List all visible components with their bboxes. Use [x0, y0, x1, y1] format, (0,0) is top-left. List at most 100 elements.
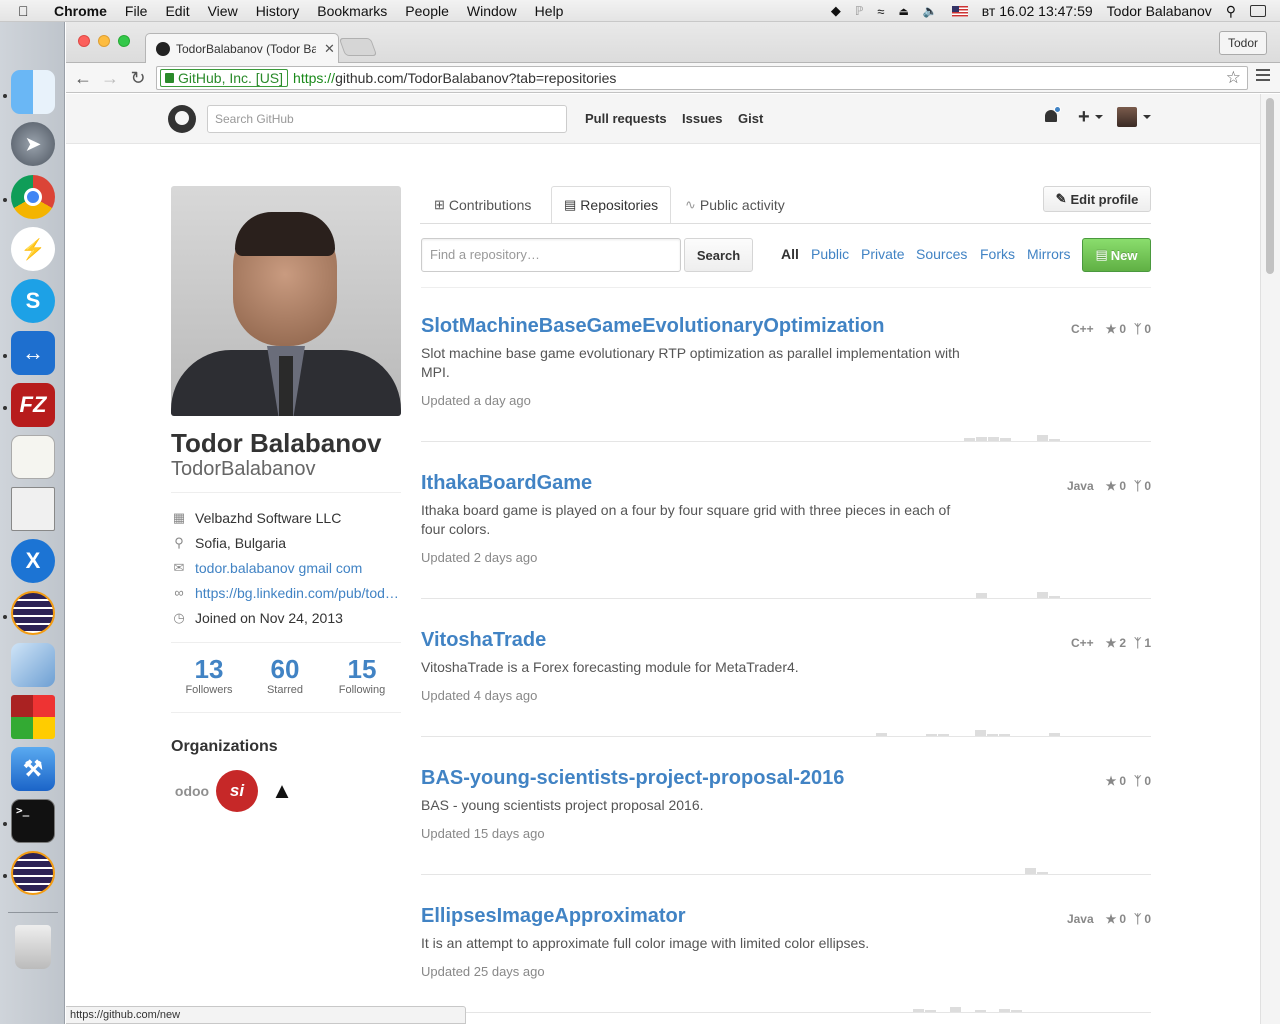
apple-menu-icon[interactable]: : [18, 3, 40, 19]
repo-stars[interactable]: 0: [1119, 774, 1126, 788]
stat-starred[interactable]: 60 Starred: [247, 654, 323, 696]
trash-icon[interactable]: [15, 925, 51, 969]
nav-gist[interactable]: Gist: [738, 111, 763, 126]
eclipse-icon[interactable]: [11, 591, 55, 635]
bluetooth-icon[interactable]: ℙ: [855, 4, 863, 18]
filter-mirrors[interactable]: Mirrors: [1027, 246, 1071, 262]
chevron-down-icon[interactable]: [1095, 115, 1103, 119]
browser-tab-active[interactable]: TodorBalabanov (Todor Balabanov) ✕: [145, 33, 339, 63]
reload-icon[interactable]: ↻: [127, 67, 149, 89]
repo-forks[interactable]: 0: [1144, 912, 1151, 926]
menu-app-chrome[interactable]: Chrome: [54, 3, 107, 19]
star-icon[interactable]: ★: [1106, 774, 1117, 788]
zoom-window-button[interactable]: [118, 35, 130, 47]
menu-bookmarks[interactable]: Bookmarks: [317, 3, 387, 19]
star-icon[interactable]: ★: [1106, 479, 1117, 493]
volume-icon[interactable]: 🔈: [923, 4, 938, 18]
chrome-menu-icon[interactable]: [1256, 69, 1270, 84]
tab-contributions[interactable]: ⊞ Contributions: [422, 186, 543, 224]
new-repository-button[interactable]: ▤ New: [1082, 238, 1151, 272]
forward-arrow-icon[interactable]: →: [99, 67, 121, 89]
minimize-window-button[interactable]: [98, 35, 110, 47]
create-new-plus-icon[interactable]: +: [1078, 106, 1090, 129]
messenger-icon[interactable]: ⚡: [11, 227, 55, 271]
fork-icon[interactable]: ᛉ: [1134, 912, 1141, 926]
chrome-icon[interactable]: [11, 175, 55, 219]
ev-certificate-badge[interactable]: GitHub, Inc. [US]: [160, 69, 289, 87]
page-scrollbar[interactable]: [1260, 94, 1280, 1024]
org-odoo-avatar[interactable]: odoo: [171, 770, 213, 812]
fork-icon[interactable]: ᛉ: [1134, 636, 1141, 650]
textedit-icon[interactable]: [11, 435, 55, 479]
github-octocat-icon[interactable]: [168, 105, 196, 133]
filter-sources[interactable]: Sources: [916, 246, 967, 262]
profile-avatar[interactable]: [171, 186, 401, 416]
nav-issues[interactable]: Issues: [682, 111, 722, 126]
xcode-hammer-icon[interactable]: ⚒: [11, 747, 55, 791]
eclipse-second-icon[interactable]: [11, 851, 55, 895]
filter-private[interactable]: Private: [861, 246, 905, 262]
us-flag-icon[interactable]: [951, 5, 968, 17]
menu-view[interactable]: View: [208, 3, 238, 19]
repo-name-link[interactable]: IthakaBoardGame: [421, 472, 592, 495]
wifi-icon[interactable]: ≈: [877, 4, 884, 19]
menu-edit[interactable]: Edit: [165, 3, 189, 19]
terminal-icon[interactable]: >_: [11, 799, 55, 843]
repo-stars[interactable]: 2: [1119, 636, 1126, 650]
profile-website-link[interactable]: https://bg.linkedin.com/pub/tod…: [195, 585, 399, 601]
menu-people[interactable]: People: [405, 3, 449, 19]
teamviewer-icon[interactable]: ↔: [11, 331, 55, 375]
repo-name-link[interactable]: VitoshaTrade: [421, 629, 546, 652]
org-velbazhd-avatar[interactable]: ▲: [261, 770, 303, 812]
chrome-profile-button[interactable]: Todor: [1218, 31, 1267, 55]
notification-center-icon[interactable]: [1250, 5, 1266, 17]
dropbox-icon[interactable]: ◆: [831, 3, 841, 19]
menu-help[interactable]: Help: [535, 3, 564, 19]
eject-icon[interactable]: ⏏: [898, 5, 908, 18]
tab-repositories[interactable]: ▤ Repositories: [551, 186, 672, 224]
launchpad-icon[interactable]: ➤: [11, 122, 55, 166]
back-arrow-icon[interactable]: ←: [72, 67, 94, 89]
filter-all[interactable]: All: [781, 246, 799, 262]
scrollbar-thumb[interactable]: [1266, 98, 1274, 274]
bookmark-star-icon[interactable]: ☆: [1226, 68, 1241, 88]
menu-file[interactable]: File: [125, 3, 148, 19]
menubar-clock[interactable]: вт 16.02 13:47:59: [982, 3, 1093, 19]
find-repository-input[interactable]: Find a repository…: [421, 238, 681, 272]
xcode-x-icon[interactable]: X: [11, 539, 55, 583]
star-icon[interactable]: ★: [1106, 912, 1117, 926]
new-tab-button[interactable]: [338, 38, 378, 56]
repo-forks[interactable]: 0: [1144, 479, 1151, 493]
repo-forks[interactable]: 0: [1144, 322, 1151, 336]
chevron-down-icon[interactable]: [1143, 115, 1151, 119]
repo-name-link[interactable]: BAS-young-scientists-project-proposal-20…: [421, 767, 844, 790]
crossover-icon[interactable]: [11, 695, 55, 739]
user-avatar-small[interactable]: [1117, 107, 1137, 127]
notifications-bell-icon[interactable]: [1043, 106, 1061, 126]
star-icon[interactable]: ★: [1106, 322, 1117, 336]
repo-forks[interactable]: 1: [1144, 636, 1151, 650]
profile-email-link[interactable]: todor.balabanov gmail com: [195, 560, 362, 576]
preview-document-icon[interactable]: [11, 487, 55, 531]
repo-stars[interactable]: 0: [1119, 322, 1126, 336]
filter-public[interactable]: Public: [811, 246, 849, 262]
filezilla-icon[interactable]: FZ: [11, 383, 55, 427]
address-bar[interactable]: GitHub, Inc. [US] https://github.com/Tod…: [156, 66, 1248, 90]
close-tab-icon[interactable]: ✕: [324, 41, 335, 57]
fork-icon[interactable]: ᛉ: [1134, 774, 1141, 788]
filter-forks[interactable]: Forks: [980, 246, 1015, 262]
org-si-avatar[interactable]: Si: [216, 770, 258, 812]
repo-stars[interactable]: 0: [1119, 479, 1126, 493]
skype-icon[interactable]: S: [11, 279, 55, 323]
finder-icon[interactable]: [11, 70, 55, 114]
menu-window[interactable]: Window: [467, 3, 517, 19]
edit-profile-button[interactable]: ✎ Edit profile: [1043, 186, 1151, 212]
stat-following[interactable]: 15 Following: [324, 654, 400, 696]
repo-search-button[interactable]: Search: [684, 238, 753, 272]
repo-forks[interactable]: 0: [1144, 774, 1151, 788]
github-search-input[interactable]: Search GitHub: [207, 105, 567, 133]
fork-icon[interactable]: ᛉ: [1134, 322, 1141, 336]
url-text[interactable]: https://github.com/TodorBalabanov?tab=re…: [293, 70, 616, 86]
menu-history[interactable]: History: [256, 3, 300, 19]
nav-pull-requests[interactable]: Pull requests: [585, 111, 667, 126]
